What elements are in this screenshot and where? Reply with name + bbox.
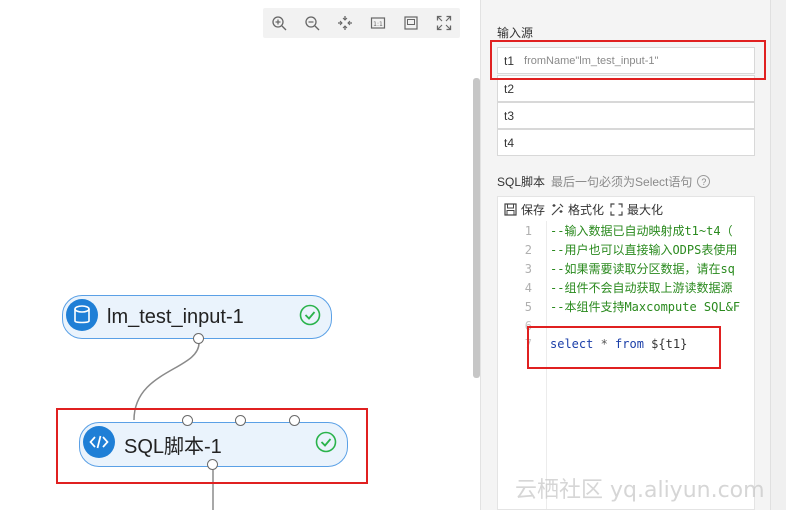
sql-hint: 最后一句必须为Select语句: [551, 175, 693, 189]
input-row-t4[interactable]: t4: [497, 129, 755, 156]
highlight-box-node: [56, 408, 368, 484]
sql-script-title: SQL脚本 最后一句必须为Select语句 ?: [497, 173, 711, 190]
help-icon[interactable]: ?: [697, 175, 711, 188]
code-line: 2 --用户也可以直接输入ODPS表使用: [498, 240, 754, 259]
code-comment: --用户也可以直接输入ODPS表使用: [550, 243, 738, 257]
code-line: 1 --输入数据已自动映射成t1~t4（: [498, 221, 754, 240]
input-name: t3: [504, 108, 515, 123]
line-number: 1: [524, 223, 532, 238]
line-number: 4: [524, 280, 532, 295]
code-comment: --如果需要读取分区数据，请在sq: [550, 262, 735, 276]
editor-toolbar: 保存 格式化 最大化: [498, 197, 754, 221]
input-row-t3[interactable]: t3: [497, 102, 755, 129]
save-icon: [504, 202, 517, 216]
maximize-button[interactable]: 最大化: [610, 201, 663, 218]
output-port[interactable]: [193, 333, 204, 344]
maximize-icon: [610, 202, 623, 216]
watermark: 云栖社区 yq.aliyun.com: [515, 478, 765, 503]
format-icon: [551, 203, 564, 215]
success-check-icon: [299, 304, 321, 326]
line-number: 3: [524, 261, 532, 276]
save-label: 保存: [521, 202, 546, 217]
format-button[interactable]: 格式化: [551, 201, 604, 218]
code-comment: --本组件支持Maxcompute SQL&F: [550, 300, 741, 314]
code-line: 3 --如果需要读取分区数据，请在sq: [498, 259, 754, 278]
sql-title-text: SQL脚本: [497, 175, 546, 189]
input-name: t4: [504, 135, 515, 150]
code-line: 5 --本组件支持Maxcompute SQL&F: [498, 297, 754, 316]
highlight-box-input: [490, 40, 766, 80]
node-input-label: lm_test_input-1: [107, 305, 244, 328]
code-comment: --输入数据已自动映射成t1~t4（: [550, 224, 733, 238]
line-number: 5: [524, 299, 532, 314]
code-line: 4 --组件不会自动获取上游读数据源: [498, 278, 754, 297]
maximize-label: 最大化: [627, 202, 664, 217]
highlight-box-select: [527, 326, 721, 369]
database-icon: [66, 299, 98, 331]
side-strip: [770, 0, 786, 510]
format-label: 格式化: [568, 202, 605, 217]
canvas-scrollbar[interactable]: [473, 78, 480, 378]
input-name: t2: [504, 81, 515, 96]
save-button[interactable]: 保存: [504, 201, 545, 218]
line-number: 2: [524, 242, 532, 257]
code-comment: --组件不会自动获取上游读数据源: [550, 281, 733, 295]
input-source-title: 输入源: [497, 26, 534, 40]
